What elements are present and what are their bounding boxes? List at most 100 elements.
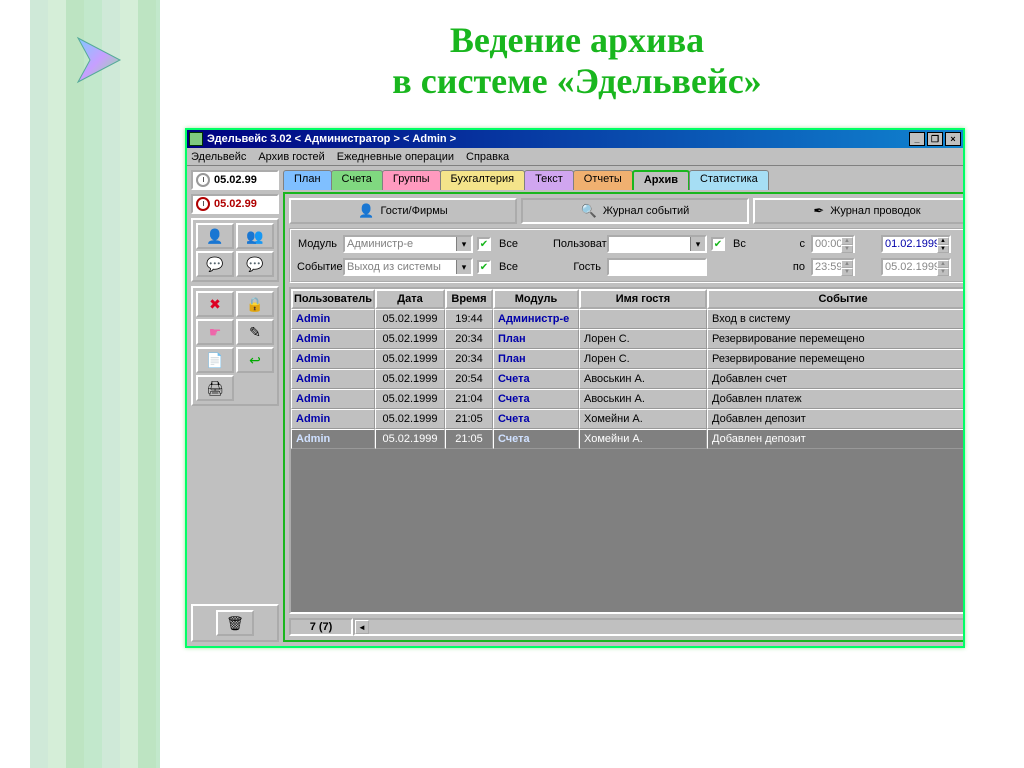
cell-date: 05.02.1999: [375, 429, 445, 449]
tab-reports[interactable]: Отчеты: [573, 170, 633, 190]
close-button[interactable]: ×: [945, 132, 961, 146]
filter-module-combo[interactable]: Администр-е: [343, 235, 473, 253]
filter-from-time[interactable]: 00:00▲▼: [811, 235, 855, 253]
subtab-event-journal[interactable]: 🔍 Журнал событий: [521, 198, 749, 224]
cell-module: Счета: [493, 429, 579, 449]
tab-archive[interactable]: Архив: [632, 170, 690, 190]
menu-daily-ops[interactable]: Ежедневные операции: [337, 151, 454, 163]
menu-edelweiss[interactable]: Эдельвейс: [191, 151, 246, 163]
filter-module-all-check[interactable]: ✔: [477, 237, 491, 251]
filter-event-all-check[interactable]: ✔: [477, 260, 491, 274]
filter-event-all-label: Все: [499, 261, 517, 273]
titlebar: Эдельвейс 3.02 < Администратор > < Admin…: [187, 130, 963, 148]
cell-module: Счета: [493, 409, 579, 429]
filter-guest-input[interactable]: [607, 258, 707, 276]
menu-help[interactable]: Справка: [466, 151, 509, 163]
subtab-posting-journal[interactable]: ✒ Журнал проводок: [753, 198, 963, 224]
filter-from-time-value: 00:00: [815, 238, 843, 250]
cell-date: 05.02.1999: [375, 369, 445, 389]
filter-user-all-check[interactable]: ✔: [711, 237, 725, 251]
tab-accounting[interactable]: Бухгалтерия: [440, 170, 526, 190]
cell-guest: Лорен С.: [579, 349, 707, 369]
scroll-left-icon[interactable]: ◄: [355, 620, 369, 634]
col-time[interactable]: Время: [445, 289, 493, 309]
filter-to-date[interactable]: 05.02.1999▲▼: [881, 258, 951, 276]
filter-box: Модуль Администр-е ✔ Все Пользоват ✔ Вс …: [289, 228, 963, 283]
cell-time: 21:05: [445, 409, 493, 429]
tab-plan[interactable]: План: [283, 170, 332, 190]
tool-hand-icon[interactable]: ☛: [196, 319, 234, 345]
table-row[interactable]: Admin05.02.199921:05СчетаХомейни А.Добав…: [291, 429, 963, 449]
cell-user: Admin: [291, 369, 375, 389]
table-header: Пользователь Дата Время Модуль Имя гостя…: [291, 289, 963, 309]
tab-accounts[interactable]: Счета: [331, 170, 383, 190]
tab-groups[interactable]: Группы: [382, 170, 441, 190]
table-row[interactable]: Admin05.02.199919:44Администр-еВход в си…: [291, 309, 963, 329]
table-row[interactable]: Admin05.02.199920:34ПланЛорен С.Резервир…: [291, 329, 963, 349]
col-date[interactable]: Дата: [375, 289, 445, 309]
cell-module: Администр-е: [493, 309, 579, 329]
subtab-journal-label: Журнал событий: [603, 205, 689, 217]
business-date-chip[interactable]: 05.02.99: [191, 194, 279, 214]
app-window: Эдельвейс 3.02 < Администратор > < Admin…: [185, 128, 965, 648]
cell-guest: Авоськин А.: [579, 369, 707, 389]
col-user[interactable]: Пользователь: [291, 289, 375, 309]
cell-guest: Лорен С.: [579, 329, 707, 349]
cell-time: 20:34: [445, 329, 493, 349]
filter-user-combo[interactable]: [607, 235, 707, 253]
trash-icon[interactable]: 🗑: [216, 610, 254, 636]
tool-chat-icon[interactable]: 💬: [196, 251, 234, 277]
tab-text[interactable]: Текст: [524, 170, 574, 190]
window-title: Эдельвейс 3.02 < Администратор > < Admin…: [207, 133, 909, 145]
cell-guest: Хомейни А.: [579, 429, 707, 449]
app-icon: [189, 132, 203, 146]
system-date-text: 05.02.99: [214, 174, 257, 186]
filter-to-time[interactable]: 23:59▲▼: [811, 258, 855, 276]
cell-date: 05.02.1999: [375, 389, 445, 409]
cell-module: План: [493, 349, 579, 369]
tool-chat2-icon[interactable]: 💬: [236, 251, 274, 277]
menu-guest-archive[interactable]: Архив гостей: [258, 151, 324, 163]
horizontal-scrollbar[interactable]: ◄ ►: [353, 618, 963, 636]
filter-guest-label: Гость: [553, 261, 603, 273]
cell-module: План: [493, 329, 579, 349]
tool-doc-icon[interactable]: 📄: [196, 347, 234, 373]
tool-group-icon[interactable]: 👥: [236, 223, 274, 249]
tool-lock-icon[interactable]: 🔒: [236, 291, 274, 317]
maximize-button[interactable]: ❐: [927, 132, 943, 146]
decorative-arrow-icon: [70, 30, 130, 90]
filter-module-label: Модуль: [297, 238, 339, 250]
table-row[interactable]: Admin05.02.199920:54СчетаАвоськин А.Доба…: [291, 369, 963, 389]
filter-from-date[interactable]: 01.02.1999▲▼: [881, 235, 951, 253]
filter-event-label: Событие: [297, 261, 339, 273]
cell-date: 05.02.1999: [375, 309, 445, 329]
filter-module-all-label: Все: [499, 238, 517, 250]
slide-title: Ведение архива в системе «Эдельвейс»: [170, 20, 984, 103]
col-module[interactable]: Модуль: [493, 289, 579, 309]
cell-event: Вход в систему: [707, 309, 963, 329]
minimize-button[interactable]: _: [909, 132, 925, 146]
clock-icon: [196, 197, 210, 211]
tool-edit-icon[interactable]: ✎: [236, 319, 274, 345]
pen-icon: ✒: [813, 203, 824, 219]
tab-statistics[interactable]: Статистика: [689, 170, 769, 190]
tool-delete-icon[interactable]: ✖: [196, 291, 234, 317]
table-row[interactable]: Admin05.02.199921:04СчетаАвоськин А.Доба…: [291, 389, 963, 409]
trash-panel: 🗑: [191, 604, 279, 642]
table-row[interactable]: Admin05.02.199921:05СчетаХомейни А.Добав…: [291, 409, 963, 429]
cell-date: 05.02.1999: [375, 349, 445, 369]
top-tabs: План Счета Группы Бухгалтерия Текст Отче…: [283, 170, 963, 190]
cell-event: Добавлен счет: [707, 369, 963, 389]
toolbox-2: ✖ 🔒 ☛ ✎ 📄 ↩ 🖨: [191, 286, 279, 406]
filter-event-combo[interactable]: Выход из системы: [343, 258, 473, 276]
tool-print-icon[interactable]: 🖨: [196, 375, 234, 401]
event-table: Пользователь Дата Время Модуль Имя гостя…: [289, 287, 963, 614]
col-event[interactable]: Событие: [707, 289, 963, 309]
system-date-chip[interactable]: 05.02.99: [191, 170, 279, 190]
tool-person-icon[interactable]: 👤: [196, 223, 234, 249]
col-guest[interactable]: Имя гостя: [579, 289, 707, 309]
toolbox-1: 👤 👥 💬 💬: [191, 218, 279, 282]
table-row[interactable]: Admin05.02.199920:34ПланЛорен С.Резервир…: [291, 349, 963, 369]
tool-back-icon[interactable]: ↩: [236, 347, 274, 373]
subtab-guests[interactable]: 👤 Гости/Фирмы: [289, 198, 517, 224]
